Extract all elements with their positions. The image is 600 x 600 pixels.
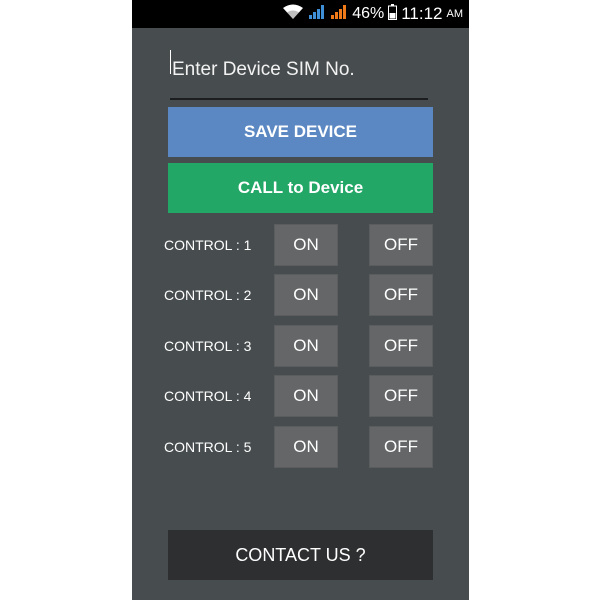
clock-ampm: AM	[446, 8, 464, 20]
control-label: CONTROL : 4	[164, 388, 252, 404]
status-icons: 46% 11:12 AM	[282, 0, 463, 28]
wifi-icon	[282, 4, 304, 25]
control-label: CONTROL : 3	[164, 338, 252, 354]
control-4-on-button[interactable]: ON	[274, 375, 338, 417]
control-label: CONTROL : 5	[164, 439, 252, 455]
status-bar: 46% 11:12 AM	[132, 0, 469, 28]
control-row-5: CONTROL : 5 ON OFF	[132, 426, 469, 468]
battery-percent: 46%	[352, 5, 385, 22]
contact-us-button[interactable]: CONTACT US ?	[168, 530, 433, 580]
phone-screen: 46% 11:12 AM SAVE DEVICE CALL to Device …	[132, 0, 469, 600]
save-device-button[interactable]: SAVE DEVICE	[168, 107, 433, 157]
control-2-on-button[interactable]: ON	[274, 274, 338, 316]
control-row-1: CONTROL : 1 ON OFF	[132, 224, 469, 266]
control-5-off-button[interactable]: OFF	[369, 426, 433, 468]
control-1-off-button[interactable]: OFF	[369, 224, 433, 266]
call-device-button[interactable]: CALL to Device	[168, 163, 433, 213]
control-label: CONTROL : 2	[164, 287, 252, 303]
clock-time: 11:12	[401, 4, 443, 23]
control-1-on-button[interactable]: ON	[274, 224, 338, 266]
battery-icon	[388, 3, 398, 25]
control-3-off-button[interactable]: OFF	[369, 325, 433, 367]
sim-number-input[interactable]	[170, 44, 428, 100]
control-row-4: CONTROL : 4 ON OFF	[132, 375, 469, 417]
control-5-on-button[interactable]: ON	[274, 426, 338, 468]
signal-icon	[330, 4, 348, 25]
control-row-2: CONTROL : 2 ON OFF	[132, 274, 469, 316]
control-3-on-button[interactable]: ON	[274, 325, 338, 367]
control-row-3: CONTROL : 3 ON OFF	[132, 325, 469, 367]
control-2-off-button[interactable]: OFF	[369, 274, 433, 316]
control-4-off-button[interactable]: OFF	[369, 375, 433, 417]
control-label: CONTROL : 1	[164, 237, 252, 253]
text-cursor	[170, 50, 171, 74]
signal-icon	[308, 4, 326, 25]
